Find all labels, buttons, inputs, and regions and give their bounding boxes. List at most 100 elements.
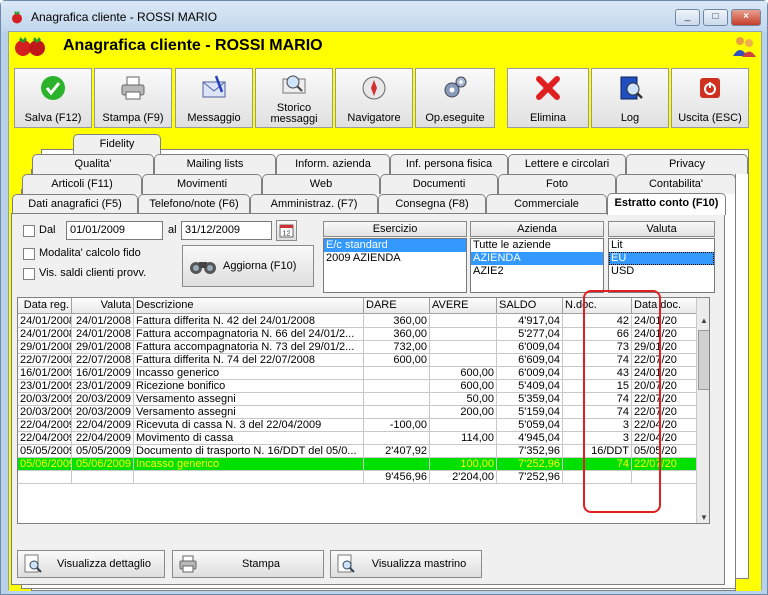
modalita-fido-checkbox[interactable] bbox=[23, 248, 35, 260]
table-cell: 42 bbox=[563, 315, 632, 328]
tab-foto[interactable]: Foto bbox=[498, 174, 616, 194]
column-header[interactable]: Data reg. bbox=[18, 298, 72, 314]
al-date-input[interactable]: 31/12/2009 bbox=[181, 221, 272, 240]
table-cell: 7'252,96 bbox=[497, 471, 563, 484]
tab-movimenti[interactable]: Movimenti bbox=[142, 174, 262, 194]
valuta-item[interactable]: EU bbox=[609, 252, 714, 265]
table-cell: 05/05/2009 bbox=[18, 445, 72, 458]
exit-button[interactable]: Uscita (ESC) bbox=[671, 68, 749, 128]
operations-button[interactable]: Op.eseguite bbox=[415, 68, 495, 128]
table-row[interactable]: 20/03/2009 20/03/2009 Versamento assegni 50… bbox=[18, 393, 709, 406]
table-cell bbox=[364, 380, 430, 393]
tab-privacy[interactable]: Privacy bbox=[626, 154, 748, 174]
table-row[interactable]: 05/05/2009 05/05/2009 Documento di traspor… bbox=[18, 445, 709, 458]
tab-amministraz[interactable]: Amministraz. (F7) bbox=[250, 194, 378, 214]
column-header[interactable]: Descrizione bbox=[134, 298, 364, 314]
tab-inf-persona-fisica[interactable]: Inf. persona fisica bbox=[390, 154, 508, 174]
calendar-button[interactable]: 12 bbox=[276, 220, 297, 241]
delete-button[interactable]: Elimina bbox=[507, 68, 589, 128]
navigator-button[interactable]: Navigatore bbox=[335, 68, 413, 128]
operations-label: Op.eseguite bbox=[425, 112, 485, 124]
azienda-listbox[interactable]: Tutte le aziende AZIENDA AZIE2 bbox=[470, 238, 604, 293]
vertical-scrollbar[interactable]: ▲ ▼ bbox=[696, 298, 709, 523]
table-cell: 22/04/2009 bbox=[18, 419, 72, 432]
toolbar: Salva (F12) Stampa (F9) Messaggio Storic… bbox=[9, 61, 761, 133]
valuta-item[interactable]: USD bbox=[609, 265, 714, 278]
table-row[interactable]: 29/01/2008 29/01/2008 Fattura accompagnato… bbox=[18, 341, 709, 354]
table-row[interactable]: 24/01/2008 24/01/2008 Fattura differita N.… bbox=[18, 315, 709, 328]
column-header[interactable]: SALDO bbox=[497, 298, 563, 314]
esercizio-item[interactable]: 2009 AZIENDA bbox=[324, 252, 466, 265]
stampa-button[interactable]: Stampa bbox=[172, 550, 324, 578]
table-cell: 6'609,04 bbox=[497, 354, 563, 367]
azienda-item[interactable]: AZIE2 bbox=[471, 265, 603, 278]
tab-inform-azienda[interactable]: Inform. azienda bbox=[276, 154, 390, 174]
estratto-conto-grid[interactable]: Data reg. Valuta Descrizione DARE AVERE SALDO… bbox=[17, 297, 710, 524]
save-button[interactable]: Salva (F12) bbox=[14, 68, 92, 128]
table-cell bbox=[72, 471, 134, 484]
table-cell: 22/07/20 bbox=[632, 458, 698, 471]
tab-commerciale[interactable]: Commerciale bbox=[486, 194, 607, 214]
esercizio-listbox[interactable]: E/c standard 2009 AZIENDA bbox=[323, 238, 467, 293]
page-title: Anagrafica cliente - ROSSI MARIO bbox=[63, 37, 323, 54]
tab-articoli[interactable]: Articoli (F11) bbox=[22, 174, 142, 194]
tab-contabilita[interactable]: Contabilita' bbox=[616, 174, 736, 194]
dal-date-input[interactable]: 01/01/2009 bbox=[66, 221, 163, 240]
message-history-button[interactable]: Storico messaggi bbox=[255, 68, 333, 128]
close-button[interactable]: × bbox=[731, 9, 761, 26]
table-row[interactable]: 22/07/2008 22/07/2008 Fattura differita N.… bbox=[18, 354, 709, 367]
table-cell: 74 bbox=[563, 458, 632, 471]
table-row[interactable]: 24/01/2008 24/01/2008 Fattura accompagnato… bbox=[18, 328, 709, 341]
column-header[interactable]: Valuta bbox=[72, 298, 134, 314]
table-cell bbox=[364, 406, 430, 419]
tab-web[interactable]: Web bbox=[262, 174, 380, 194]
table-row[interactable]: 05/06/2009 05/06/2009 Incasso generico 100,… bbox=[18, 458, 709, 471]
dal-checkbox[interactable] bbox=[23, 225, 35, 237]
column-header[interactable]: Data doc. bbox=[632, 298, 698, 314]
tab-dati-anagrafici[interactable]: Dati anagrafici (F5) bbox=[12, 194, 138, 214]
tab-lettere-circolari[interactable]: Lettere e circolari bbox=[508, 154, 626, 174]
message-button[interactable]: Messaggio bbox=[175, 68, 253, 128]
table-row[interactable]: 23/01/2009 23/01/2009 Ricezione bonifico 60… bbox=[18, 380, 709, 393]
table-cell: 22/07/20 bbox=[632, 354, 698, 367]
table-cell: Fattura accompagnatoria N. 73 del 29/01/… bbox=[134, 341, 364, 354]
column-header[interactable]: AVERE bbox=[430, 298, 497, 314]
tab-consegna[interactable]: Consegna (F8) bbox=[378, 194, 486, 214]
valuta-item[interactable]: Lit bbox=[609, 239, 714, 252]
azienda-item[interactable]: Tutte le aziende bbox=[471, 239, 603, 252]
tab-documenti[interactable]: Documenti bbox=[380, 174, 498, 194]
vis-saldi-label: Vis. saldi clienti provv. bbox=[39, 267, 147, 279]
tab-telefono-note[interactable]: Telefono/note (F6) bbox=[138, 194, 250, 214]
tab-fidelity[interactable]: Fidelity bbox=[73, 134, 161, 154]
tab-mailing-lists[interactable]: Mailing lists bbox=[154, 154, 276, 174]
visualizza-dettaglio-button[interactable]: Visualizza dettaglio bbox=[17, 550, 165, 578]
minimize-button[interactable]: _ bbox=[675, 9, 700, 26]
table-cell: 05/06/2009 bbox=[18, 458, 72, 471]
azienda-item[interactable]: AZIENDA bbox=[471, 252, 603, 265]
vis-saldi-checkbox[interactable] bbox=[23, 268, 35, 280]
modalita-fido-label: Modalita' calcolo fido bbox=[39, 247, 141, 259]
message-label: Messaggio bbox=[187, 112, 241, 124]
tab-qualita[interactable]: Qualita' bbox=[32, 154, 154, 174]
column-header[interactable]: N.doc. bbox=[563, 298, 632, 314]
title-bar[interactable]: Anagrafica cliente - ROSSI MARIO _ □ × bbox=[1, 1, 767, 32]
log-button[interactable]: Log bbox=[591, 68, 669, 128]
print-button[interactable]: Stampa (F9) bbox=[94, 68, 172, 128]
table-row[interactable]: 22/04/2009 22/04/2009 Ricevuta di cassa N.… bbox=[18, 419, 709, 432]
maximize-button[interactable]: □ bbox=[703, 9, 728, 26]
table-cell bbox=[430, 419, 497, 432]
al-label: al bbox=[168, 224, 177, 236]
valuta-listbox[interactable]: Lit EU USD bbox=[608, 238, 715, 293]
scroll-up-icon[interactable]: ▲ bbox=[697, 314, 709, 328]
table-cell: 05/05/20 bbox=[632, 445, 698, 458]
scroll-down-icon[interactable]: ▼ bbox=[697, 511, 709, 523]
table-row[interactable]: 16/01/2009 16/01/2009 Incasso generico 600,… bbox=[18, 367, 709, 380]
tab-estratto-conto[interactable]: Estratto conto (F10) bbox=[607, 193, 726, 215]
esercizio-item[interactable]: E/c standard bbox=[324, 239, 466, 252]
scroll-thumb[interactable] bbox=[698, 330, 709, 390]
table-row[interactable]: 22/04/2009 22/04/2009 Movimento di cassa 11… bbox=[18, 432, 709, 445]
aggiorna-button[interactable]: Aggiorna (F10) bbox=[182, 245, 314, 287]
table-row[interactable]: 20/03/2009 20/03/2009 Versamento assegni 20… bbox=[18, 406, 709, 419]
visualizza-mastrino-button[interactable]: Visualizza mastrino bbox=[330, 550, 482, 578]
column-header[interactable]: DARE bbox=[364, 298, 430, 314]
